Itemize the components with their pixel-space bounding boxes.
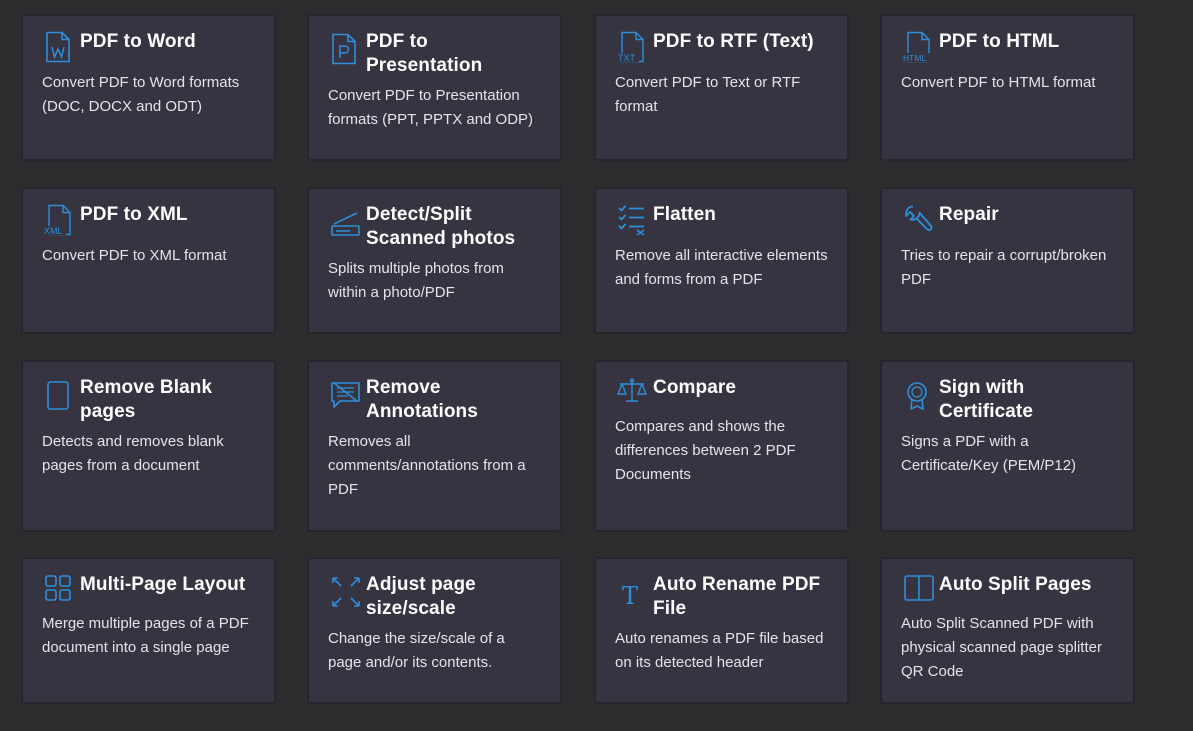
tool-card-remove-annotations[interactable]: Remove Annotations Removes all comments/… [307,360,562,532]
tool-description: Convert PDF to XML format [42,247,227,264]
tool-description: Signs a PDF with a Certificate/Key (PEM/… [901,433,1077,474]
tool-title: PDF to RTF (Text) [653,31,814,52]
tool-card-detect-split-scanned[interactable]: Detect/Split Scanned photos Splits multi… [307,187,562,334]
tool-description: Detects and removes blank pages from a d… [42,433,224,474]
scales-icon [617,377,649,411]
award-icon [903,377,935,411]
tool-description: Convert PDF to Presentation formats (PPT… [328,87,534,128]
tool-title: Adjust page size/scale [366,574,476,619]
tool-card-remove-blank-pages[interactable]: Remove Blank pages Detects and removes b… [21,360,276,532]
tool-card-pdf-to-rtf[interactable]: TXT PDF to RTF (Text) Convert PDF to Tex… [594,14,849,161]
tool-title: Sign with Certificate [939,377,1034,422]
tool-card-multi-page-layout[interactable]: Multi-Page Layout Merge multiple pages o… [21,557,276,704]
tool-description: Convert PDF to HTML format [901,74,1096,91]
tool-description: Auto Split Scanned PDF with physical sca… [901,615,1102,680]
grid-layout-icon [44,574,76,608]
tool-card-pdf-to-xml[interactable]: XML PDF to XML Convert PDF to XML format [21,187,276,334]
word-file-icon [44,31,76,65]
tool-title: Flatten [653,204,716,225]
tool-title: Compare [653,377,737,398]
tool-title: Auto Rename PDF File [653,574,821,619]
tool-card-compare[interactable]: Compare Compares and shows the differenc… [594,360,849,532]
tool-card-pdf-to-presentation[interactable]: PDF to Presentation Convert PDF to Prese… [307,14,562,161]
tool-card-adjust-page-scale[interactable]: Adjust page size/scale Change the size/s… [307,557,562,704]
xml-file-icon: XML [44,204,76,238]
wrench-icon [903,204,935,238]
tool-title: Remove Annotations [366,377,478,422]
tools-grid: PDF to Word Convert PDF to Word formats … [0,0,1193,731]
svg-text:XML: XML [44,226,63,236]
tool-card-repair[interactable]: Repair Tries to repair a corrupt/broken … [880,187,1135,334]
svg-text:HTML: HTML [903,53,926,63]
tool-title: PDF to Presentation [366,31,483,76]
tool-card-flatten[interactable]: Flatten Remove all interactive elements … [594,187,849,334]
tool-title: Remove Blank pages [80,377,213,422]
comment-strike-icon [330,377,362,411]
blank-page-icon [44,377,76,411]
text-t-icon: T [617,574,649,608]
scanner-icon [330,204,362,238]
tool-card-pdf-to-word[interactable]: PDF to Word Convert PDF to Word formats … [21,14,276,161]
tool-description: Tries to repair a corrupt/broken PDF [901,247,1107,288]
expand-arrows-icon [330,574,362,608]
svg-text:TXT: TXT [618,53,636,63]
tool-card-pdf-to-html[interactable]: HTML PDF to HTML Convert PDF to HTML for… [880,14,1135,161]
tool-description: Convert PDF to Text or RTF format [615,74,801,115]
tool-description: Merge multiple pages of a PDF document i… [42,615,249,656]
tool-title: Auto Split Pages [939,574,1092,595]
tool-description: Removes all comments/annotations from a … [328,433,526,498]
tool-description: Convert PDF to Word formats (DOC, DOCX a… [42,74,240,115]
html-file-icon: HTML [903,31,935,65]
split-page-icon [903,574,935,608]
tool-description: Splits multiple photos from within a pho… [328,260,504,301]
tool-title: Multi-Page Layout [80,574,246,595]
tool-card-auto-rename[interactable]: T Auto Rename PDF File Auto renames a PD… [594,557,849,704]
tool-title: PDF to Word [80,31,196,52]
tool-title: PDF to XML [80,204,188,225]
tool-description: Auto renames a PDF file based on its det… [615,630,824,671]
tool-title: Repair [939,204,999,225]
presentation-file-icon [330,31,362,65]
tool-card-auto-split-pages[interactable]: Auto Split Pages Auto Split Scanned PDF … [880,557,1135,704]
tool-description: Remove all interactive elements and form… [615,247,828,288]
tool-description: Compares and shows the differences betwe… [615,418,796,483]
tool-title: Detect/Split Scanned photos [366,204,516,249]
tool-description: Change the size/scale of a page and/or i… [328,630,505,671]
txt-file-icon: TXT [617,31,649,65]
tool-card-sign-with-certificate[interactable]: Sign with Certificate Signs a PDF with a… [880,360,1135,532]
checklist-icon [617,204,649,238]
tool-title: PDF to HTML [939,31,1060,52]
svg-text:T: T [622,582,638,608]
